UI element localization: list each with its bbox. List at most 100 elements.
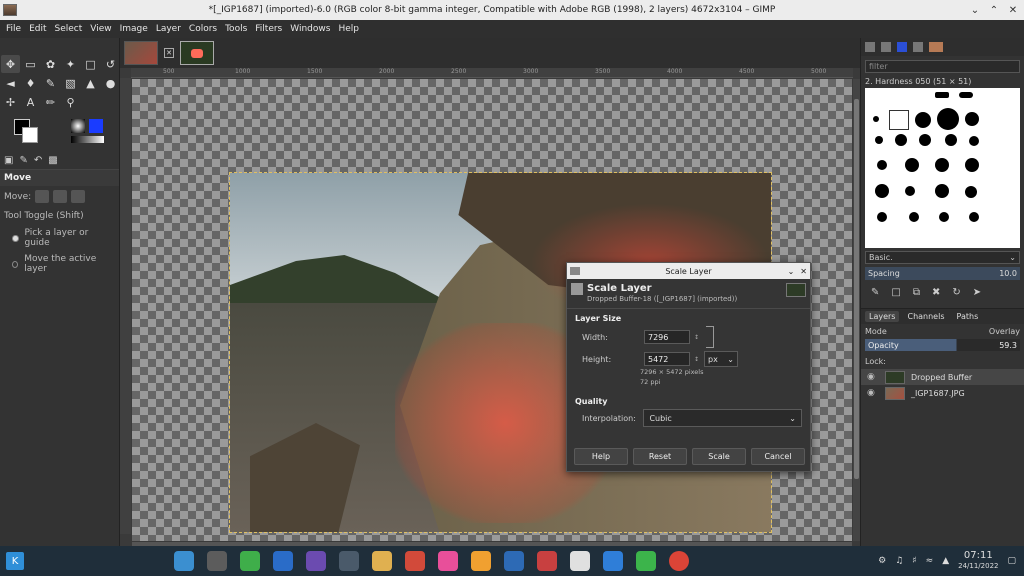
paint-icon[interactable]	[537, 551, 557, 571]
arrow-up-icon[interactable]: ▲	[942, 556, 949, 566]
scale-button[interactable]: Scale	[692, 448, 746, 465]
help-button[interactable]: Help	[574, 448, 628, 465]
tab-paths[interactable]: Paths	[953, 311, 983, 322]
edit-brush-icon[interactable]: ✎	[871, 287, 879, 298]
open-folder-icon[interactable]: ➤	[973, 287, 981, 298]
paths-icon[interactable]: ✢	[1, 93, 20, 111]
move-tool-icon[interactable]: ✥	[1, 55, 20, 73]
device-status-tab-icon[interactable]: ✎	[19, 155, 27, 166]
width-input[interactable]	[644, 330, 690, 344]
close-icon[interactable]: ✕	[1005, 2, 1021, 18]
images-tab-icon[interactable]: ▩	[48, 155, 57, 166]
update-icon[interactable]	[240, 551, 260, 571]
minimize-icon[interactable]: ⌄	[967, 2, 983, 18]
zoom-icon[interactable]: ⚲	[61, 93, 80, 111]
wizard-icon[interactable]	[306, 551, 326, 571]
opacity-slider[interactable]: Opacity 59.3	[865, 339, 1020, 351]
radio-move-active[interactable]: Move the active layer	[0, 251, 119, 277]
image-viewer-icon[interactable]	[372, 551, 392, 571]
brush-preset-select[interactable]: Basic. ⌄	[865, 251, 1020, 264]
image-tab-thumbnail[interactable]	[124, 41, 158, 65]
menu-edit[interactable]: Edit	[25, 24, 50, 34]
menu-image[interactable]: Image	[116, 24, 152, 34]
unit-select[interactable]: px ⌄	[704, 351, 738, 367]
color-picker-icon[interactable]: ✏	[41, 93, 60, 111]
menu-layer[interactable]: Layer	[152, 24, 185, 34]
document-icon[interactable]	[570, 551, 590, 571]
visibility-eye-icon[interactable]: ◉	[867, 388, 879, 398]
launcher-icon[interactable]	[504, 551, 524, 571]
menu-select[interactable]: Select	[51, 24, 87, 34]
volume-icon[interactable]: ♫	[895, 556, 903, 566]
height-spinner-icon[interactable]: ↕	[694, 356, 700, 363]
image-tab-thumbnail-active[interactable]	[180, 41, 214, 65]
spacing-slider[interactable]: Spacing 10.0	[865, 267, 1020, 280]
document-history-tab-icon[interactable]	[929, 42, 943, 52]
start-menu-icon[interactable]: K	[6, 552, 24, 570]
cancel-button[interactable]: Cancel	[751, 448, 805, 465]
chrome-icon[interactable]	[669, 551, 689, 571]
visibility-eye-icon[interactable]: ◉	[867, 372, 879, 382]
new-brush-icon[interactable]: □	[891, 287, 900, 298]
dialog-close-icon[interactable]: ✕	[800, 267, 807, 276]
menu-filters[interactable]: Filters	[251, 24, 286, 34]
brush-grid[interactable]	[865, 88, 1020, 248]
whatsapp-icon[interactable]	[636, 551, 656, 571]
vertical-scrollbar[interactable]	[853, 79, 860, 541]
clone-icon[interactable]: ▲	[81, 74, 100, 92]
office-icon[interactable]	[405, 551, 425, 571]
background-color[interactable]	[22, 127, 38, 143]
interpolation-select[interactable]: Cubic ⌄	[643, 409, 802, 427]
crop-icon[interactable]: □	[81, 55, 100, 73]
reset-button[interactable]: Reset	[633, 448, 687, 465]
menu-help[interactable]: Help	[334, 24, 363, 34]
move-selection-icon[interactable]	[53, 190, 68, 203]
selected-brush[interactable]	[889, 110, 909, 130]
refresh-brushes-icon[interactable]: ↻	[952, 287, 960, 298]
show-desktop-icon[interactable]: ▢	[1007, 556, 1016, 566]
tab-channels[interactable]: Channels	[903, 311, 948, 322]
bucket-fill-icon[interactable]: ♦	[21, 74, 40, 92]
gimp-window-icon[interactable]	[339, 551, 359, 571]
menu-tools[interactable]: Tools	[221, 24, 251, 34]
rect-select-icon[interactable]: ▭	[21, 55, 40, 73]
duplicate-brush-icon[interactable]: ⧉	[913, 287, 920, 298]
brush-filter-input[interactable]: filter	[865, 60, 1020, 73]
move-layer-icon[interactable]	[35, 190, 50, 203]
store-icon[interactable]	[273, 551, 293, 571]
undo-history-tab-icon[interactable]: ↶	[34, 155, 42, 166]
menu-windows[interactable]: Windows	[286, 24, 334, 34]
wifi-icon[interactable]: ≈	[926, 556, 934, 566]
usb-icon[interactable]: ♯	[912, 556, 916, 566]
gradient-swatch[interactable]	[71, 136, 104, 143]
eraser-icon[interactable]: ▧	[61, 74, 80, 92]
height-input[interactable]	[644, 352, 690, 366]
warp-icon[interactable]: ◄	[1, 74, 20, 92]
menu-view[interactable]: View	[86, 24, 115, 34]
pattern-swatch[interactable]	[89, 119, 103, 133]
chat-icon[interactable]	[603, 551, 623, 571]
paintbrush-icon[interactable]: ✎	[41, 74, 60, 92]
tool-options-tab-icon[interactable]: ▣	[4, 155, 13, 166]
brushes-tab-icon[interactable]	[865, 42, 875, 52]
move-path-icon[interactable]	[71, 190, 86, 203]
brush-swatch[interactable]	[71, 119, 85, 133]
scroll-thumb[interactable]	[854, 99, 859, 479]
radio-pick-layer[interactable]: Pick a layer or guide	[0, 225, 119, 251]
patterns-tab-icon[interactable]	[881, 42, 891, 52]
gradients-tab-icon[interactable]	[913, 42, 923, 52]
fuzzy-select-icon[interactable]: ✦	[61, 55, 80, 73]
settings-icon[interactable]: ⚙	[878, 556, 886, 566]
delete-brush-icon[interactable]: ✖	[932, 287, 940, 298]
mode-select[interactable]: Overlay	[989, 327, 1020, 336]
transform-icon[interactable]: ↺	[101, 55, 120, 73]
media-icon[interactable]	[471, 551, 491, 571]
chain-link-icon[interactable]	[706, 326, 714, 348]
menu-file[interactable]: File	[2, 24, 25, 34]
menu-colors[interactable]: Colors	[185, 24, 221, 34]
text-tool-icon[interactable]: A	[21, 93, 40, 111]
close-tab-icon[interactable]: ✕	[164, 48, 174, 58]
lasso-icon[interactable]: ✿	[41, 55, 60, 73]
width-spinner-icon[interactable]: ↕	[694, 334, 700, 341]
clock[interactable]: 07:11 24/11/2022	[958, 551, 998, 571]
